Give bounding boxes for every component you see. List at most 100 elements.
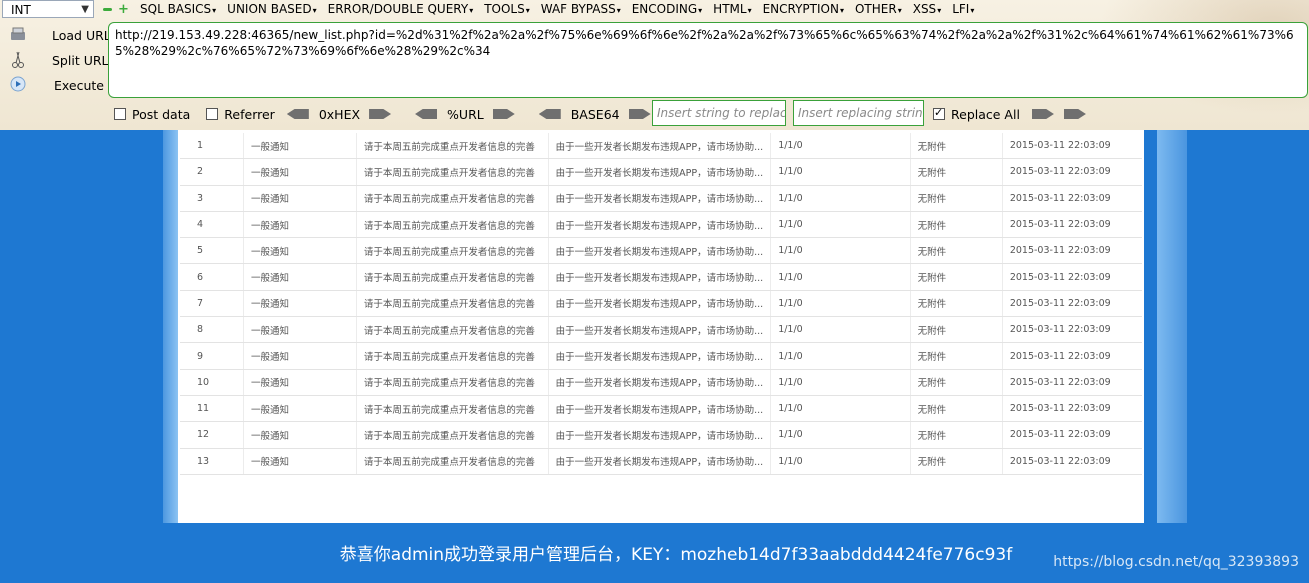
- attachment-status: 无附件: [910, 237, 1003, 265]
- row-number: 13: [180, 448, 245, 475]
- base64-decode-arrow-icon[interactable]: [538, 109, 561, 119]
- post-data-checkbox[interactable]: [114, 108, 126, 120]
- chevron-down-icon: ▼: [81, 4, 89, 15]
- publish-time: 2015-03-11 22:03:09: [1002, 448, 1142, 475]
- table-row[interactable]: 7 一般通知 请于本周五前完成重点开发者信息的完善 由于一些开发者长期发布违规APP，…: [180, 290, 1142, 318]
- publish-time: 2015-03-11 22:03:09: [1002, 369, 1142, 396]
- play-icon: [10, 76, 28, 94]
- replace-apply-arrow-icon[interactable]: [1031, 109, 1054, 119]
- publish-time: 2015-03-11 22:03:09: [1002, 237, 1142, 265]
- menu-item[interactable]: ERROR/DOUBLE QUERY: [328, 2, 474, 16]
- notice-title: 请于本周五前完成重点开发者信息的完善: [356, 421, 549, 449]
- minus-icon[interactable]: [103, 8, 112, 11]
- publish-time: 2015-03-11 22:03:09: [1002, 342, 1142, 370]
- notice-type: 一般通知: [243, 448, 357, 475]
- notice-summary: 由于一些开发者长期发布违规APP，请市场协助...: [548, 316, 772, 344]
- hex-encode-arrow-icon[interactable]: [369, 109, 392, 119]
- menu-item[interactable]: ENCODING: [632, 2, 702, 16]
- base64-encode-arrow-icon[interactable]: [628, 109, 651, 119]
- table-row[interactable]: 4 一般通知 请于本周五前完成重点开发者信息的完善 由于一些开发者长期发布违规APP，…: [180, 211, 1142, 239]
- notice-title: 请于本周五前完成重点开发者信息的完善: [356, 185, 549, 212]
- menu-item[interactable]: WAF BYPASS: [541, 2, 621, 16]
- replace-next-arrow-icon[interactable]: [1063, 109, 1086, 119]
- menu-item[interactable]: HTML: [713, 2, 751, 16]
- notice-stats: 1/1/0: [770, 263, 911, 291]
- attachment-status: 无附件: [910, 342, 1003, 370]
- menu-item[interactable]: OTHER: [855, 2, 902, 16]
- notice-summary: 由于一些开发者长期发布违规APP，请市场协助...: [548, 237, 772, 265]
- notice-title: 请于本周五前完成重点开发者信息的完善: [356, 133, 549, 160]
- replace-search-input[interactable]: Insert string to replace: [652, 100, 786, 126]
- notice-stats: 1/1/0: [770, 185, 911, 212]
- load-url-button[interactable]: Load URL: [10, 24, 111, 46]
- notice-stats: 1/1/0: [770, 237, 911, 265]
- row-number: 3: [180, 185, 245, 212]
- notice-summary: 由于一些开发者长期发布违规APP，请市场协助...: [548, 342, 772, 370]
- table-row[interactable]: 13 一般通知 请于本周五前完成重点开发者信息的完善 由于一些开发者长期发布违规APP…: [180, 448, 1142, 475]
- row-number: 11: [180, 395, 245, 423]
- notice-type: 一般通知: [243, 369, 357, 396]
- options-row: Post data Referrer 0xHEX %URL BASE64: [114, 101, 651, 127]
- url-input[interactable]: http://219.153.49.228:46365/new_list.php…: [108, 22, 1308, 98]
- notice-title: 请于本周五前完成重点开发者信息的完善: [356, 263, 549, 291]
- notice-stats: 1/1/0: [770, 421, 911, 449]
- split-url-button[interactable]: Split URL: [10, 49, 109, 71]
- table-row[interactable]: 6 一般通知 请于本周五前完成重点开发者信息的完善 由于一些开发者长期发布违规APP，…: [180, 263, 1142, 291]
- menu-item[interactable]: TOOLS: [484, 2, 530, 16]
- table-row[interactable]: 2 一般通知 请于本周五前完成重点开发者信息的完善 由于一些开发者长期发布违规APP，…: [180, 158, 1142, 186]
- notice-title: 请于本周五前完成重点开发者信息的完善: [356, 237, 549, 265]
- referrer-label: Referrer: [224, 106, 275, 122]
- notice-title: 请于本周五前完成重点开发者信息的完善: [356, 369, 549, 396]
- notice-summary: 由于一些开发者长期发布违规APP，请市场协助...: [548, 395, 772, 423]
- notice-title: 请于本周五前完成重点开发者信息的完善: [356, 211, 549, 239]
- menu-item[interactable]: ENCRYPTION: [763, 2, 844, 16]
- table-row[interactable]: 8 一般通知 请于本周五前完成重点开发者信息的完善 由于一些开发者长期发布违规APP，…: [180, 316, 1142, 344]
- blog-watermark: https://blog.csdn.net/qq_32393893: [1053, 554, 1299, 570]
- notice-type: 一般通知: [243, 133, 357, 160]
- publish-time: 2015-03-11 22:03:09: [1002, 263, 1142, 291]
- url-encode-arrow-icon[interactable]: [492, 109, 515, 119]
- table-row[interactable]: 10 一般通知 请于本周五前完成重点开发者信息的完善 由于一些开发者长期发布违规APP…: [180, 369, 1142, 396]
- hex-decode-arrow-icon[interactable]: [286, 109, 309, 119]
- notice-summary: 由于一些开发者长期发布违规APP，请市场协助...: [548, 185, 772, 212]
- hackbar-menu: SQL BASICS UNION BASED ERROR/DOUBLE QUERY T…: [140, 2, 985, 16]
- table-row[interactable]: 1 一般通知 请于本周五前完成重点开发者信息的完善 由于一些开发者长期发布违规APP，…: [180, 133, 1142, 160]
- row-number: 2: [180, 158, 245, 186]
- attachment-status: 无附件: [910, 185, 1003, 212]
- row-number: 9: [180, 342, 245, 370]
- injection-type-select[interactable]: INT ▼: [2, 0, 94, 18]
- replace-with-input[interactable]: Insert replacing string: [793, 100, 924, 126]
- replace-all-checkbox[interactable]: [933, 106, 945, 120]
- table-row[interactable]: 11 一般通知 请于本周五前完成重点开发者信息的完善 由于一些开发者长期发布违规APP…: [180, 395, 1142, 423]
- notice-type: 一般通知: [243, 290, 357, 318]
- menu-item[interactable]: UNION BASED: [227, 2, 316, 16]
- referrer-checkbox[interactable]: [206, 108, 219, 120]
- table-row[interactable]: 5 一般通知 请于本周五前完成重点开发者信息的完善 由于一些开发者长期发布违规APP，…: [180, 237, 1142, 265]
- attachment-status: 无附件: [910, 421, 1003, 449]
- publish-time: 2015-03-11 22:03:09: [1002, 185, 1142, 212]
- notice-stats: 1/1/0: [770, 316, 911, 344]
- publish-time: 2015-03-11 22:03:09: [1002, 395, 1142, 423]
- load-url-label: Load URL: [52, 27, 111, 43]
- attachment-status: 无附件: [910, 211, 1003, 239]
- execute-button[interactable]: Execute: [10, 74, 104, 96]
- table-row[interactable]: 3 一般通知 请于本周五前完成重点开发者信息的完善 由于一些开发者长期发布违规APP，…: [180, 185, 1142, 212]
- notice-title: 请于本周五前完成重点开发者信息的完善: [356, 395, 549, 423]
- notice-stats: 1/1/0: [770, 158, 911, 186]
- execute-label: Execute: [54, 77, 104, 93]
- row-number: 5: [180, 237, 245, 265]
- post-data-label: Post data: [132, 106, 191, 122]
- plus-icon[interactable]: +: [118, 2, 129, 17]
- row-number: 1: [180, 133, 245, 160]
- notice-type: 一般通知: [243, 158, 357, 186]
- url-decode-arrow-icon[interactable]: [415, 109, 438, 119]
- table-row[interactable]: 12 一般通知 请于本周五前完成重点开发者信息的完善 由于一些开发者长期发布违规APP…: [180, 421, 1142, 449]
- attachment-status: 无附件: [910, 316, 1003, 344]
- notice-stats: 1/1/0: [770, 448, 911, 475]
- load-url-icon: [10, 26, 28, 44]
- menu-item[interactable]: LFI: [952, 2, 974, 16]
- menu-item[interactable]: XSS: [913, 2, 941, 16]
- table-row[interactable]: 9 一般通知 请于本周五前完成重点开发者信息的完善 由于一些开发者长期发布违规APP，…: [180, 342, 1142, 370]
- menu-item[interactable]: SQL BASICS: [140, 2, 216, 16]
- panel-left-border: [163, 130, 178, 523]
